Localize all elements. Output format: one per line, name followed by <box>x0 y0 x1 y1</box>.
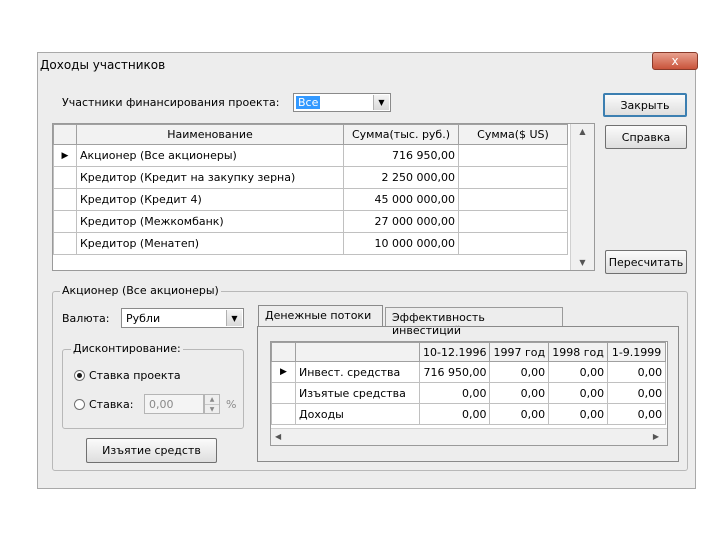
currency-label: Валюта: <box>62 312 110 325</box>
participant-sum-rub[interactable]: 10 000 000,00 <box>343 232 459 255</box>
cashflow-row-label[interactable]: Изъятые средства <box>295 382 420 404</box>
percent-sign: % <box>226 398 237 411</box>
discount-group <box>62 349 244 429</box>
scroll-left-icon[interactable]: ◀ <box>275 432 281 441</box>
table-row[interactable]: Доходы 0,00 0,00 0,00 0,00 <box>271 403 667 425</box>
participant-sum-usd[interactable] <box>458 144 568 167</box>
tab-cash-flows-label[interactable]: Денежные потоки <box>265 309 371 322</box>
radio-button-unchecked[interactable] <box>74 399 85 410</box>
scroll-right-icon[interactable]: ▶ <box>653 432 659 441</box>
spin-up-icon[interactable]: ▲ <box>205 395 219 405</box>
scroll-down-icon[interactable]: ▼ <box>571 258 594 267</box>
table-row[interactable]: Кредитор (Межкомбанк) 27 000 000,00 <box>53 210 568 233</box>
tab-cash-flows[interactable]: Денежные потоки <box>258 305 383 327</box>
cashflow-cell[interactable]: 0,00 <box>418 382 491 404</box>
radio-button-checked[interactable] <box>74 370 85 381</box>
participant-sum-rub[interactable]: 27 000 000,00 <box>343 210 459 233</box>
participants-select[interactable]: Все ▼ <box>293 93 391 112</box>
participant-name[interactable]: Кредитор (Кредит на закупку зерна) <box>76 166 344 189</box>
cashflow-row-label[interactable]: Инвест. средства <box>295 361 420 383</box>
column-header-period[interactable]: 1998 год <box>548 342 609 362</box>
participants-header-row: Наименование Сумма(тыс. руб.) Сумма($ US… <box>53 124 568 145</box>
participant-sum-rub[interactable]: 45 000 000,00 <box>343 188 459 211</box>
spin-down-icon[interactable]: ▼ <box>205 405 219 414</box>
close-window-button[interactable]: x <box>652 52 698 70</box>
currency-select[interactable]: Рубли ▼ <box>121 308 244 328</box>
scroll-up-icon[interactable]: ▲ <box>571 127 594 136</box>
tab-investment-efficiency[interactable]: Эффективность инвестиций <box>385 307 563 337</box>
column-header-sum-rub[interactable]: Сумма(тыс. руб.) <box>343 124 459 145</box>
row-pointer-icon: ▶ <box>53 144 77 167</box>
currency-selected-value: Рубли <box>126 312 161 325</box>
participant-sum-usd[interactable] <box>458 166 568 189</box>
radio-rate[interactable]: Ставка: <box>74 398 133 411</box>
cashflow-cell[interactable]: 716 950,00 <box>418 361 491 383</box>
cashflow-cell[interactable]: 0,00 <box>548 403 609 425</box>
table-row[interactable]: Кредитор (Кредит 4) 45 000 000,00 <box>53 188 568 211</box>
participants-scrollbar[interactable]: ▲ ▼ <box>570 124 594 270</box>
cashflow-cell[interactable]: 0,00 <box>418 403 491 425</box>
radio-project-rate-label[interactable]: Ставка проекта <box>89 369 181 382</box>
shareholder-group-legend: Акционер (Все акционеры) <box>60 284 221 297</box>
column-header-name[interactable]: Наименование <box>76 124 344 145</box>
participant-name[interactable]: Кредитор (Кредит 4) <box>76 188 344 211</box>
cashflow-header-row: 10-12.1996 1997 год 1998 год 1-9.1999 <box>271 342 667 362</box>
cashflow-cell[interactable]: 0,00 <box>607 403 667 425</box>
cashflow-hscrollbar[interactable]: ◀ ▶ <box>271 428 667 445</box>
participant-sum-usd[interactable] <box>458 210 568 233</box>
participants-table: Наименование Сумма(тыс. руб.) Сумма($ US… <box>53 124 568 255</box>
cashflow-cell[interactable]: 0,00 <box>489 361 550 383</box>
participant-sum-usd[interactable] <box>458 232 568 255</box>
participant-name[interactable]: Кредитор (Менатеп) <box>76 232 344 255</box>
rate-input[interactable]: 0,00 <box>144 394 204 414</box>
participant-sum-rub[interactable]: 716 950,00 <box>343 144 459 167</box>
cashflow-cell[interactable]: 0,00 <box>607 361 667 383</box>
radio-project-rate[interactable]: Ставка проекта <box>74 369 181 382</box>
cashflow-grid: 10-12.1996 1997 год 1998 год 1-9.1999 ▶ … <box>270 341 668 446</box>
table-row[interactable]: Кредитор (Кредит на закупку зерна) 2 250… <box>53 166 568 189</box>
table-row[interactable]: ▶ Акционер (Все акционеры) 716 950,00 <box>53 144 568 167</box>
cashflow-row-label[interactable]: Доходы <box>295 403 420 425</box>
participant-sum-rub[interactable]: 2 250 000,00 <box>343 166 459 189</box>
column-header-period[interactable]: 10-12.1996 <box>418 342 491 362</box>
column-header-period[interactable]: 1997 год <box>489 342 550 362</box>
cashflow-cell[interactable]: 0,00 <box>548 382 609 404</box>
participant-name[interactable]: Акционер (Все акционеры) <box>76 144 344 167</box>
rate-spinner[interactable]: ▲ ▼ <box>204 394 220 414</box>
chevron-down-icon[interactable]: ▼ <box>226 310 242 326</box>
cashflow-cell[interactable]: 0,00 <box>548 361 609 383</box>
participants-grid: Наименование Сумма(тыс. руб.) Сумма($ US… <box>52 123 595 271</box>
cashflow-table: 10-12.1996 1997 год 1998 год 1-9.1999 ▶ … <box>271 342 667 425</box>
row-pointer-icon: ▶ <box>271 361 296 383</box>
participant-sum-usd[interactable] <box>458 188 568 211</box>
participant-name[interactable]: Кредитор (Межкомбанк) <box>76 210 344 233</box>
cashflow-cell[interactable]: 0,00 <box>607 382 667 404</box>
radio-rate-label[interactable]: Ставка: <box>89 398 133 411</box>
cashflow-cell[interactable]: 0,00 <box>489 403 550 425</box>
window-title: Доходы участников <box>40 58 166 72</box>
participants-selected-value: Все <box>296 96 321 109</box>
column-header-sum-usd[interactable]: Сумма($ US) <box>458 124 568 145</box>
participants-label: Участники финансирования проекта: <box>62 96 280 109</box>
table-row[interactable]: ▶ Инвест. средства 716 950,00 0,00 0,00 … <box>271 361 667 383</box>
table-row[interactable]: Изъятые средства 0,00 0,00 0,00 0,00 <box>271 382 667 404</box>
discount-legend: Дисконтирование: <box>71 342 183 355</box>
column-header-period[interactable]: 1-9.1999 <box>607 342 667 362</box>
withdraw-funds-button[interactable]: Изъятие средств <box>86 438 217 463</box>
cashflow-cell[interactable]: 0,00 <box>489 382 550 404</box>
close-button[interactable]: Закрыть <box>603 93 687 117</box>
help-button[interactable]: Справка <box>605 125 687 149</box>
table-row[interactable]: Кредитор (Менатеп) 10 000 000,00 <box>53 232 568 255</box>
recalc-button[interactable]: Пересчитать <box>605 250 687 274</box>
chevron-down-icon[interactable]: ▼ <box>373 95 389 110</box>
